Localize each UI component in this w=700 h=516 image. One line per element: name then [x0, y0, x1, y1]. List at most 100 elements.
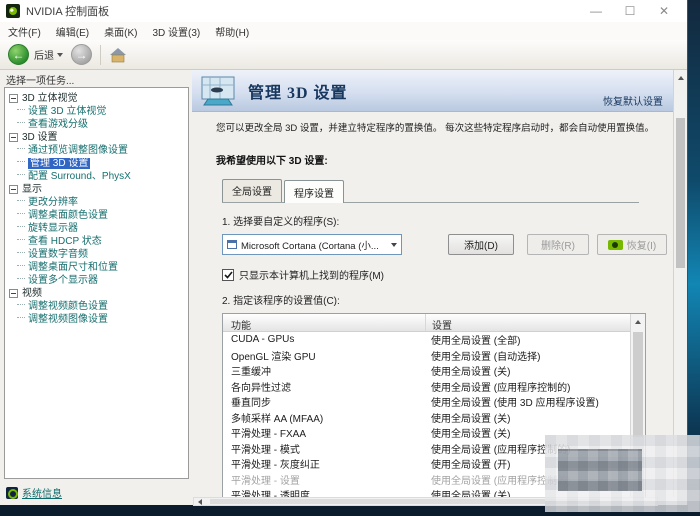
tree-item[interactable]: 通过预览调整图像设置: [7, 144, 186, 157]
collapse-icon[interactable]: [9, 289, 18, 298]
tree-item-label: 调整桌面颜色设置: [28, 210, 108, 221]
setting-cell: 使用全局设置 (全部): [431, 336, 521, 348]
page-title: 管理 3D 设置: [248, 84, 348, 102]
tree-item[interactable]: 配置 Surround、PhysX: [7, 170, 186, 183]
program-row: Microsoft Cortana (Cortana (小... 添加(D) 删…: [222, 234, 673, 256]
tree-item-label: 查看游戏分级: [28, 119, 88, 130]
forward-button[interactable]: →: [71, 44, 92, 65]
system-info-icon: [6, 486, 18, 499]
collapse-icon[interactable]: [9, 133, 18, 142]
window-title: NVIDIA 控制面板: [26, 6, 110, 18]
setting-cell: 使用全局设置 (关): [431, 367, 511, 379]
menu-desktop[interactable]: 桌面(K): [104, 24, 137, 39]
scroll-up-icon[interactable]: [635, 320, 641, 324]
program-select-value: Microsoft Cortana (Cortana (小...: [241, 240, 379, 252]
restore-defaults-link[interactable]: 恢复默认设置: [603, 93, 663, 108]
tree-item[interactable]: 调整桌面尺寸和位置: [7, 261, 186, 274]
system-info-link[interactable]: 系统信息: [6, 485, 62, 500]
feature-cell: 多帧采样 AA (MFAA): [231, 413, 324, 425]
page-scroll-up-icon[interactable]: [677, 76, 684, 80]
tree-group[interactable]: 3D 设置: [7, 131, 186, 144]
task-tree: 3D 立体视觉 设置 3D 立体视觉 查看游戏分级 3D 设置 通过预览调整图像设置 管理…: [4, 87, 189, 479]
menu-bar: 文件(F) 编辑(E) 桌面(K) 3D 设置(3) 帮助(H): [0, 22, 687, 40]
back-button[interactable]: ←: [8, 44, 29, 65]
minimize-button[interactable]: —: [579, 1, 613, 21]
home-icon[interactable]: [109, 47, 127, 63]
program-app-icon: [227, 240, 237, 249]
feature-cell: 平滑处理 - 模式: [231, 444, 300, 456]
tree-item-label: 查看 HDCP 状态: [28, 236, 102, 247]
tree-item-label: 更改分辨率: [28, 197, 78, 208]
close-button[interactable]: ✕: [647, 1, 681, 21]
tree-item[interactable]: 调整桌面颜色设置: [7, 209, 186, 222]
page-header: 管理 3D 设置 恢复默认设置: [192, 70, 673, 112]
column-setting[interactable]: 设置: [425, 314, 630, 332]
menu-help[interactable]: 帮助(H): [215, 24, 249, 39]
maximize-button[interactable]: ☐: [613, 1, 647, 21]
tree-item[interactable]: 管理 3D 设置: [7, 157, 186, 170]
tree-group[interactable]: 3D 立体视觉: [7, 92, 186, 105]
feature-cell: 各向异性过滤: [231, 382, 291, 394]
menu-file[interactable]: 文件(F): [8, 24, 41, 39]
table-row[interactable]: 各向异性过滤 使用全局设置 (应用程序控制的): [223, 379, 630, 395]
tab-global-settings[interactable]: 全局设置: [222, 179, 282, 202]
table-row[interactable]: CUDA - GPUs 使用全局设置 (全部): [223, 332, 630, 348]
show-programs-label: 只显示本计算机上找到的程序(M): [239, 271, 384, 282]
table-row[interactable]: 多帧采样 AA (MFAA) 使用全局设置 (关): [223, 410, 630, 426]
tree-item[interactable]: 设置 3D 立体视觉: [7, 105, 186, 118]
back-dropdown-icon[interactable]: [57, 52, 63, 57]
tree-item-label: 设置多个显示器: [28, 275, 98, 286]
feature-cell: CUDA - GPUs: [231, 334, 295, 346]
menu-edit[interactable]: 编辑(E): [56, 24, 89, 39]
table-row[interactable]: OpenGL 渲染 GPU 使用全局设置 (自动选择): [223, 348, 630, 364]
task-sidebar: 选择一项任务... 3D 立体视觉 设置 3D 立体视觉 查看游戏分级 3D 设置 通过…: [0, 70, 192, 505]
tree-group[interactable]: 显示: [7, 183, 186, 196]
remove-button[interactable]: 删除(R): [527, 234, 589, 255]
table-row[interactable]: 垂直同步 使用全局设置 (使用 3D 应用程序设置): [223, 394, 630, 410]
show-programs-row: 只显示本计算机上找到的程序(M): [222, 267, 673, 282]
scroll-left-icon[interactable]: [198, 498, 202, 505]
collapse-icon[interactable]: [9, 94, 18, 103]
tree-group[interactable]: 视频: [7, 287, 186, 300]
settings-tabs: 全局设置 程序设置: [222, 179, 673, 203]
tree-item[interactable]: 设置数字音频: [7, 248, 186, 261]
back-button-label[interactable]: 后退: [34, 47, 54, 62]
nvidia-logo-icon: [6, 4, 20, 18]
collapse-icon[interactable]: [9, 185, 18, 194]
tree-item[interactable]: 更改分辨率: [7, 196, 186, 209]
section-heading: 我希望使用以下 3D 设置:: [216, 156, 328, 167]
tree-item[interactable]: 调整视频颜色设置: [7, 300, 186, 313]
tree-item[interactable]: 设置多个显示器: [7, 274, 186, 287]
show-programs-checkbox[interactable]: [222, 268, 234, 281]
tree-item[interactable]: 查看游戏分级: [7, 118, 186, 131]
page-scroll-thumb[interactable]: [676, 118, 685, 268]
feature-cell: 平滑处理 - FXAA: [231, 429, 307, 441]
tab-program-settings[interactable]: 程序设置: [284, 180, 344, 203]
nvidia-restore-icon: [607, 239, 623, 250]
system-info-label: 系统信息: [22, 489, 62, 500]
table-header: 功能 设置: [223, 314, 645, 332]
add-button[interactable]: 添加(D): [448, 234, 514, 255]
censored-mosaic-dark: [558, 449, 642, 491]
title-bar: NVIDIA 控制面板 — ☐ ✕: [0, 0, 687, 22]
horizontal-scroll-thumb[interactable]: [210, 499, 600, 504]
tree-item-label: 设置数字音频: [28, 249, 88, 260]
screenshot-root: NVIDIA 控制面板 — ☐ ✕ 文件(F) 编辑(E) 桌面(K) 3D 设…: [0, 0, 700, 516]
column-feature[interactable]: 功能: [223, 314, 425, 332]
tree-item-label: 管理 3D 设置: [28, 158, 91, 169]
chevron-down-icon: [391, 242, 397, 247]
sidebar-header: 选择一项任务...: [6, 76, 75, 87]
tree-item[interactable]: 旋转显示器: [7, 222, 186, 235]
feature-cell: 平滑处理 - 灰度纠正: [231, 460, 320, 472]
tree-item-label: 调整视频图像设置: [28, 314, 108, 325]
table-row[interactable]: 三重缓冲 使用全局设置 (关): [223, 363, 630, 379]
settings-list-label: 2. 指定该程序的设置值(C):: [222, 296, 340, 307]
page-scrollbar[interactable]: [673, 70, 687, 497]
restore-button[interactable]: 恢复(I): [597, 234, 667, 255]
table-scroll-thumb[interactable]: [633, 332, 643, 437]
program-select[interactable]: Microsoft Cortana (Cortana (小...: [222, 234, 402, 255]
menu-3d-settings[interactable]: 3D 设置(3): [152, 24, 200, 39]
tree-item-label: 通过预览调整图像设置: [28, 145, 128, 156]
tree-item[interactable]: 查看 HDCP 状态: [7, 235, 186, 248]
tree-item[interactable]: 调整视频图像设置: [7, 313, 186, 326]
